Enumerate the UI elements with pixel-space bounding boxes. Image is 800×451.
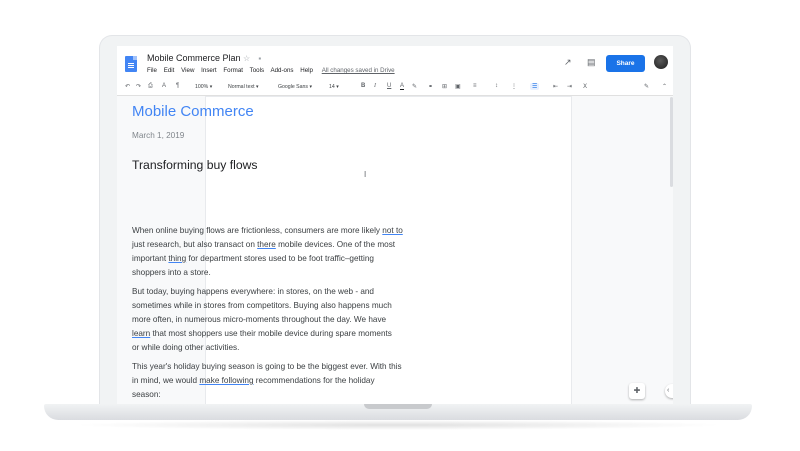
menu-file[interactable]: File (147, 67, 157, 74)
menu-help[interactable]: Help (300, 67, 313, 74)
menu-tools[interactable]: Tools (250, 67, 264, 74)
paint-format-icon[interactable]: ¶ (176, 83, 179, 89)
chevron-down-icon: ▾ (209, 84, 213, 90)
chevron-down-icon: ▾ (309, 84, 313, 90)
menu-view[interactable]: View (181, 67, 194, 74)
text-run: recommendations for the holiday (253, 376, 375, 385)
font-size-select[interactable]: 14 ▾ (329, 84, 339, 90)
editing-mode-icon[interactable]: ✎ (644, 83, 649, 90)
text-line: season: (132, 390, 161, 399)
title-icons: ☆ ▪ (243, 54, 261, 63)
folder-icon[interactable]: ▪ (258, 54, 261, 63)
laptop-notch (364, 404, 432, 409)
underline-icon[interactable]: U (387, 83, 391, 89)
document-title[interactable]: Mobile Commerce Plan (147, 53, 241, 63)
font-select[interactable]: Google Sans ▾ (278, 84, 312, 90)
decrease-indent-icon[interactable]: ⇤ (553, 83, 558, 90)
text-run: mobile devices. One of the most (275, 240, 396, 249)
insert-image-icon[interactable]: ▣ (455, 83, 461, 90)
spelling-suggestion[interactable]: learn (132, 329, 150, 338)
share-button[interactable]: Share (606, 55, 645, 72)
side-panel-toggle-icon[interactable]: ‹ (665, 384, 673, 398)
activity-trend-icon[interactable]: ↗ (564, 57, 572, 68)
style-value: Normal text (228, 84, 255, 90)
spellcheck-icon[interactable]: A (162, 83, 166, 89)
bulleted-list-icon[interactable]: ☰ (530, 83, 540, 90)
paragraph-1[interactable]: When online buying flows are frictionles… (132, 224, 417, 280)
text-line: important thing for department stores us… (132, 252, 417, 266)
redo-icon[interactable]: ↷ (136, 83, 141, 90)
text-run: When online buying flows are frictionles… (132, 226, 383, 235)
share-label: Share (616, 60, 635, 67)
style-select[interactable]: Normal text ▾ (228, 84, 259, 90)
avatar[interactable] (654, 55, 668, 69)
text-run: just research, but also transact on (132, 240, 258, 249)
docs-header: Mobile Commerce Plan ☆ ▪ File Edit View … (117, 46, 673, 80)
menu-addons[interactable]: Add-ons (270, 67, 293, 74)
document-date[interactable]: March 1, 2019 (132, 131, 184, 140)
paragraph-2[interactable]: But today, buying happens everywhere: in… (132, 285, 417, 355)
numbered-list-icon[interactable]: ⋮ (511, 83, 517, 90)
text-line: more often, in numerous micro-moments th… (132, 315, 387, 324)
increase-indent-icon[interactable]: ⇥ (567, 83, 572, 90)
text-run: important (132, 254, 169, 263)
text-line: shoppers into a store. (132, 268, 211, 277)
section-heading[interactable]: Transforming buy flows (132, 158, 258, 172)
text-line: When online buying flows are frictionles… (132, 224, 417, 238)
spelling-suggestion[interactable]: there (257, 240, 276, 249)
text-run: for department stores used to be foot tr… (186, 254, 374, 263)
comments-icon[interactable]: ▤ (587, 57, 596, 68)
line-spacing-icon[interactable]: ↕ (495, 83, 498, 89)
grammar-suggestion[interactable]: make following (199, 376, 253, 385)
text-line: sometimes while in stores from competito… (132, 301, 392, 310)
toolbar: ↶ ↷ ⎙ A ¶ 100% ▾ Normal text ▾ Google Sa… (117, 80, 673, 96)
menu-edit[interactable]: Edit (164, 67, 175, 74)
zoom-value: 100% (195, 84, 209, 90)
text-color-icon[interactable]: A (400, 83, 405, 90)
zoom-select[interactable]: 100% ▾ (195, 84, 212, 90)
menu-bar: File Edit View Insert Format Tools Add-o… (147, 67, 400, 74)
spelling-suggestion[interactable]: thing (168, 254, 186, 263)
menu-format[interactable]: Format (223, 67, 243, 74)
collapse-toolbar-icon[interactable]: ⌃ (662, 83, 667, 90)
document-heading[interactable]: Mobile Commerce (132, 103, 254, 120)
text-run: in mind, we would (132, 376, 200, 385)
menu-insert[interactable]: Insert (201, 67, 216, 74)
text-line: or while doing other activities. (132, 343, 240, 352)
scrollbar[interactable] (670, 97, 673, 187)
print-icon[interactable]: ⎙ (148, 83, 153, 90)
text-line: But today, buying happens everywhere: in… (132, 287, 374, 296)
docs-logo-icon[interactable] (125, 56, 137, 72)
chevron-down-icon: ▾ (255, 84, 259, 90)
undo-icon[interactable]: ↶ (125, 83, 130, 90)
chevron-down-icon: ▾ (336, 84, 339, 90)
paragraph-3[interactable]: This year's holiday buying season is goi… (132, 360, 417, 402)
bold-icon[interactable]: B (361, 83, 365, 89)
align-icon[interactable]: ≡ (473, 83, 477, 89)
save-status[interactable]: All changes saved in Drive (322, 67, 395, 74)
clear-formatting-icon[interactable]: Ⅹ (583, 83, 587, 90)
text-line: This year's holiday buying season is goi… (132, 362, 402, 371)
text-cursor-icon: I (364, 170, 367, 179)
spelling-suggestion[interactable]: not to (382, 226, 403, 235)
insert-comment-icon[interactable]: ⊞ (442, 83, 447, 90)
font-size-value: 14 (329, 84, 335, 90)
font-value: Google Sans (278, 84, 308, 90)
highlight-icon[interactable]: ✎ (412, 83, 417, 90)
text-run: that most shoppers use their mobile devi… (150, 329, 392, 338)
star-icon[interactable]: ☆ (243, 54, 250, 63)
link-icon[interactable]: ⚭ (428, 83, 433, 90)
laptop-shadow (70, 420, 726, 430)
explore-icon[interactable]: ✚ (629, 383, 645, 399)
text-line: just research, but also transact on ther… (132, 238, 417, 252)
text-line: learn that most shoppers use their mobil… (132, 327, 417, 341)
italic-icon[interactable]: I (374, 83, 376, 89)
text-line: in mind, we would make following recomme… (132, 374, 417, 388)
